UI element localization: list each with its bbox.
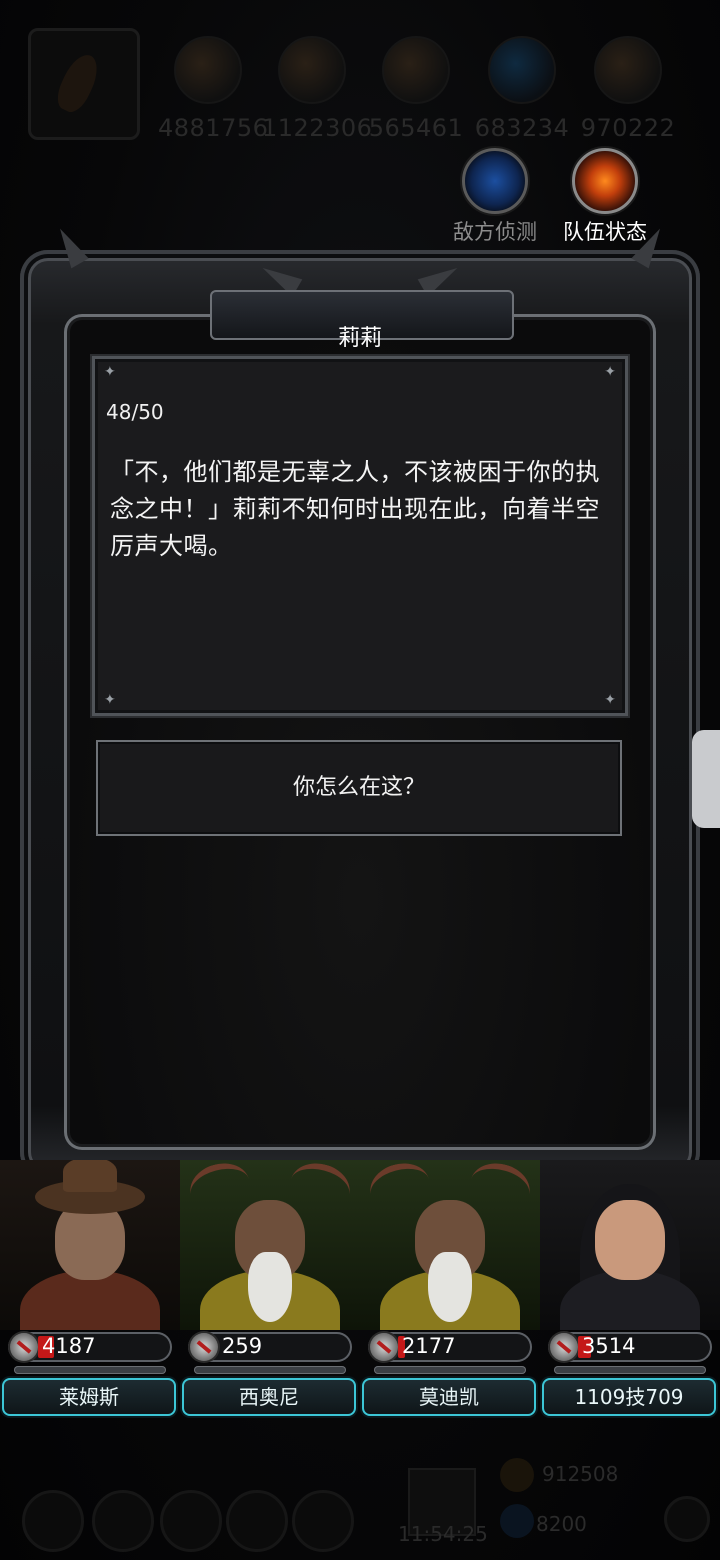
sparkle-icon: ✦: [104, 364, 116, 380]
map-icon[interactable]: [92, 1490, 154, 1552]
power-bar: 259: [188, 1332, 352, 1362]
hero-portrait[interactable]: [360, 1160, 540, 1330]
sparkle-icon: ✦: [604, 692, 616, 708]
dialog-frame: 莉莉 ✦ ✦ ✦ ✦ 48/50 「不，他们都是无辜之人，不该被困于你的执念之中…: [20, 223, 700, 1180]
game-screen: 4881756 1122306 565461 683234 970222 敌方侦…: [0, 0, 720, 1560]
title-bar: 莉莉: [20, 308, 700, 351]
choice-label: 你怎么在这？: [292, 775, 425, 800]
resource-value: 683234: [474, 114, 570, 142]
hero-name: 西奥尼: [239, 1385, 299, 1409]
bag-icon[interactable]: [160, 1490, 222, 1552]
resource-3: 565461: [366, 36, 466, 142]
hp-bar: [14, 1366, 166, 1374]
bottom-hud: 11:54:25 912508 8200: [0, 1440, 720, 1560]
dialog-text: 「不，他们都是无辜之人，不该被困于你的执念之中！」莉莉不知何时出现在此，向着半空…: [110, 458, 600, 560]
orb-orange-icon: [174, 36, 242, 104]
hero-name: 莫迪凯: [419, 1385, 479, 1409]
power-value: 4187: [42, 1334, 96, 1358]
resource-2: 1122306: [262, 36, 373, 142]
power-bar: 4187: [8, 1332, 172, 1362]
dialog-textbox: ✦ ✦ ✦ ✦ 48/50 「不，他们都是无辜之人，不该被困于你的执念之中！」莉…: [92, 356, 628, 716]
resource-value: 970222: [580, 114, 676, 142]
power-bar: 3514: [548, 1332, 712, 1362]
quest-icon[interactable]: [292, 1490, 354, 1552]
hero-name-button[interactable]: 西奥尼: [182, 1378, 356, 1416]
hero-name-button[interactable]: 莫迪凯: [362, 1378, 536, 1416]
party-bar: 4187 莱姆斯 259 西奥尼 2177 莫迪凯 3514 1109技709: [0, 1160, 720, 1420]
resource-value: 4881756: [158, 114, 269, 142]
gem-amount: 8200: [536, 1512, 587, 1536]
speaker-name: 莉莉: [337, 326, 382, 351]
orb-gold-icon: [278, 36, 346, 104]
dialog-progress: 48/50: [106, 400, 164, 424]
skills-icon[interactable]: [226, 1490, 288, 1552]
clock-text: 11:54:25: [398, 1522, 488, 1546]
gem-icon: [500, 1504, 534, 1538]
gold-amount: 912508: [542, 1462, 619, 1486]
side-drawer-handle[interactable]: [692, 730, 720, 828]
hero-portrait[interactable]: [0, 1160, 180, 1330]
hp-bar: [554, 1366, 706, 1374]
player-avatar[interactable]: [28, 28, 140, 140]
hero-portrait[interactable]: [180, 1160, 360, 1330]
sword-icon: [370, 1333, 398, 1361]
hero-name: 1109技709: [574, 1385, 684, 1409]
dialog-choice-button[interactable]: 你怎么在这？: [96, 740, 622, 836]
flame-icon: [572, 148, 638, 214]
party-member[interactable]: 259 西奥尼: [180, 1160, 360, 1420]
top-hud: 4881756 1122306 565461 683234 970222 敌方侦…: [0, 0, 720, 244]
hero-portrait[interactable]: [540, 1160, 720, 1330]
party-member[interactable]: 2177 莫迪凯: [360, 1160, 540, 1420]
resource-5: 970222: [578, 36, 678, 142]
power-value: 3514: [582, 1334, 636, 1358]
resource-4: 683234: [472, 36, 572, 142]
hp-bar: [374, 1366, 526, 1374]
team-status-button[interactable]: 队伍状态: [550, 148, 660, 246]
hp-bar: [194, 1366, 346, 1374]
sword-icon: [550, 1333, 578, 1361]
radar-icon: [462, 148, 528, 214]
power-bar: 2177: [368, 1332, 532, 1362]
power-value: 259: [222, 1334, 263, 1358]
sparkle-icon: ✦: [604, 364, 616, 380]
power-value: 2177: [402, 1334, 456, 1358]
hero-name-button[interactable]: 1109技709: [542, 1378, 716, 1416]
hero-name-button[interactable]: 莱姆斯: [2, 1378, 176, 1416]
hero-name: 莱姆斯: [59, 1385, 119, 1409]
enemy-scout-button[interactable]: 敌方侦测: [440, 148, 550, 246]
party-member[interactable]: 4187 莱姆斯: [0, 1160, 180, 1420]
orb-dark-icon: [594, 36, 662, 104]
menu-icon[interactable]: [664, 1496, 710, 1542]
orb-gray-icon: [382, 36, 450, 104]
enemy-scout-label: 敌方侦测: [453, 220, 537, 244]
resource-1: 4881756: [158, 36, 269, 142]
settings-icon[interactable]: [22, 1490, 84, 1552]
party-member[interactable]: 3514 1109技709: [540, 1160, 720, 1420]
sword-icon: [190, 1333, 218, 1361]
orb-blue-icon: [488, 36, 556, 104]
resource-value: 565461: [368, 114, 464, 142]
resource-value: 1122306: [262, 114, 373, 142]
sparkle-icon: ✦: [104, 692, 116, 708]
sword-icon: [10, 1333, 38, 1361]
gold-coin-icon: [500, 1458, 534, 1492]
